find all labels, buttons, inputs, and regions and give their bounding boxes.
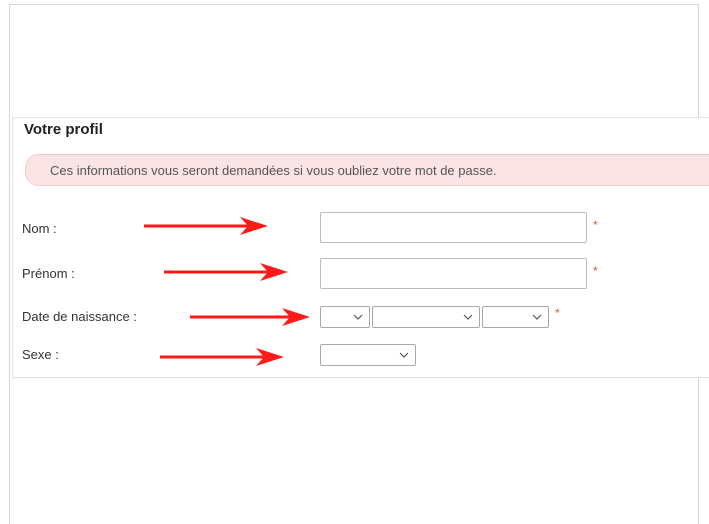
chevron-down-icon [353,314,363,320]
date-naissance-label: Date de naissance : [22,309,137,324]
right-arrow-icon [144,217,268,235]
right-arrow-icon [190,308,310,326]
profile-panel: Votre profil Ces informations vous seron… [12,117,709,378]
info-banner: Ces informations vous seront demandées s… [25,154,709,186]
chevron-down-icon [532,314,542,320]
right-arrow-icon [164,263,288,281]
right-arrow-icon [160,348,284,366]
chevron-down-icon [463,314,473,320]
birth-month-select[interactable] [372,306,480,328]
birth-year-select[interactable] [482,306,549,328]
nom-label: Nom : [22,221,57,236]
prenom-required-marker: * [593,264,598,278]
sexe-label: Sexe : [22,347,59,362]
chevron-down-icon [399,352,409,358]
birth-day-select[interactable] [320,306,370,328]
sexe-select[interactable] [320,344,416,366]
prenom-label: Prénom : [22,266,75,281]
info-message: Ces informations vous seront demandées s… [50,163,497,178]
panel-title: Votre profil [24,121,103,138]
nom-required-marker: * [593,218,598,232]
prenom-input[interactable] [320,258,587,289]
nom-input[interactable] [320,212,587,243]
date-required-marker: * [555,306,560,320]
